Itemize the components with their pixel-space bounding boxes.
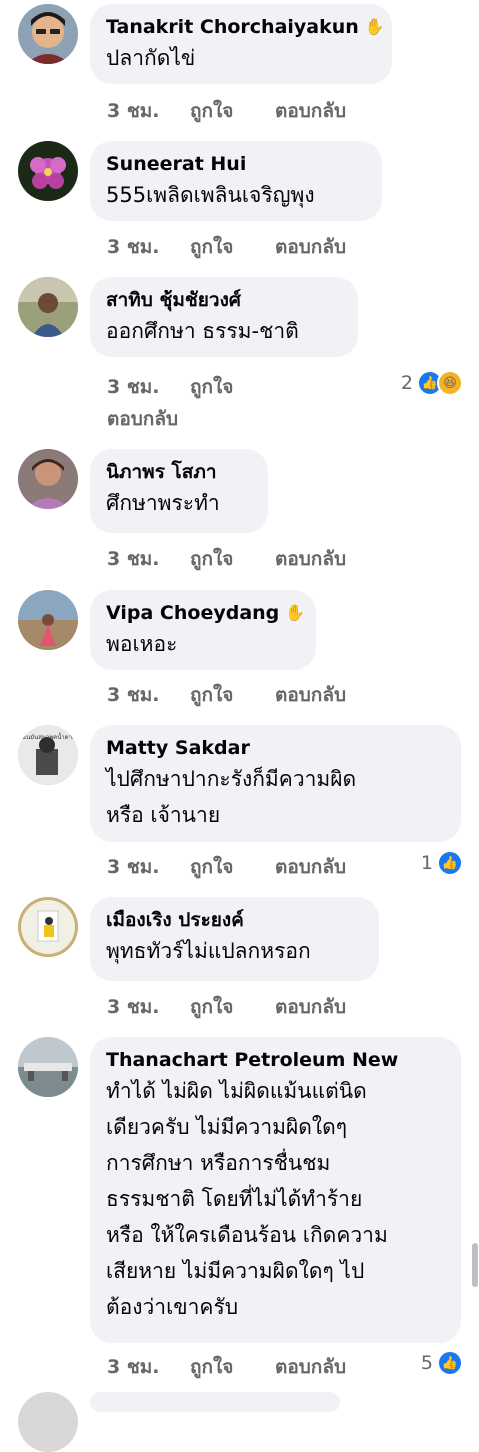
like-button[interactable]: ถูกใจ (190, 232, 275, 262)
comment-text-line: เดียวครับ ไม่มีความผิดใดๆ (106, 1115, 348, 1139)
comment-actions: 3 ชม. ถูกใจ (107, 372, 275, 402)
comment-text: ศึกษาพระทำ (106, 491, 220, 515)
wave-icon: ✋ (285, 603, 306, 622)
comment-author[interactable]: นิภาพร โสภา (106, 459, 252, 485)
comment-actions: 3 ชม. ถูกใจ ตอบกลับ (107, 992, 346, 1022)
comment-bubble: เมืองเริง ประยงค์ พุทธทัวร์ไม่แปลกหรอก (90, 897, 379, 981)
like-button[interactable]: ถูกใจ (190, 852, 275, 882)
avatar[interactable] (18, 449, 78, 509)
comment-text: พุทธทัวร์ไม่แปลกหรอก (106, 939, 311, 963)
like-reaction-icon: 👍 (437, 850, 463, 876)
comment-author[interactable]: Matty Sakdar (106, 735, 445, 761)
comment-text-line: เสียหาย ไม่มีความผิดใดๆ ไป (106, 1259, 365, 1283)
comment-text: พอเหอะ (106, 632, 178, 656)
comment-text: ทำได้ ไม่ผิด ไม่ผิดแม้นแต่นิด เดียวครับ … (106, 1073, 445, 1325)
comment-text-line: ไปศึกษาปากะรังก็มีความผิด (106, 767, 357, 791)
comment-text: 555เพลิดเพลินเจริญพุง (106, 183, 315, 207)
like-button[interactable]: ถูกใจ (190, 992, 275, 1022)
comment-actions: 3 ชม. ถูกใจ ตอบกลับ (107, 544, 346, 574)
avatar[interactable] (18, 897, 78, 957)
reaction-summary[interactable]: 5 👍 (421, 1350, 463, 1376)
comment-time[interactable]: 3 ชม. (107, 232, 190, 262)
comment-author[interactable]: Tanakrit Chorchaiyakun ✋ (106, 14, 385, 40)
avatar[interactable]: ฉันมันสมาพคน้ำตาลดีเคิ่ม (18, 725, 78, 785)
reply-button[interactable]: ตอบกลับ (107, 404, 178, 434)
comment-bubble: Suneerat Hui 555เพลิดเพลินเจริญพุง (90, 141, 382, 221)
comment-text-line: ทำได้ ไม่ผิด ไม่ผิดแม้นแต่นิด (106, 1079, 367, 1103)
reaction-count: 1 (420, 852, 433, 874)
comment-actions: 3 ชม. ถูกใจ ตอบกลับ (107, 852, 346, 882)
comment-text-line: หรือ เจ้านาย (106, 803, 221, 827)
comment-author[interactable]: เมืองเริง ประยงค์ (106, 907, 363, 933)
comment-time[interactable]: 3 ชม. (107, 1352, 190, 1382)
comment-author[interactable]: สาทิบ ชุ้มชัยวงศ์ (106, 287, 342, 313)
comment-bubble: Matty Sakdar ไปศึกษาปากะรังก็มีความผิด ห… (90, 725, 461, 842)
comment-text: ออกศึกษา ธรรม-ชาติ (106, 319, 299, 343)
like-button[interactable]: ถูกใจ (190, 1352, 275, 1382)
comment-text-line: การศึกษา หรือการชื่นชม (106, 1151, 331, 1175)
comment-bubble: สาทิบ ชุ้มชัยวงศ์ ออกศึกษา ธรรม-ชาติ (90, 277, 358, 357)
wave-icon: ✋ (364, 17, 385, 36)
avatar[interactable] (18, 277, 78, 337)
scrollbar[interactable] (472, 1243, 478, 1287)
comment-text: ปลากัดไข่ (106, 46, 196, 70)
comment-actions: 3 ชม. ถูกใจ ตอบกลับ (107, 96, 346, 126)
like-button[interactable]: ถูกใจ (190, 544, 275, 574)
comment-text-line: ต้องว่าเขาครับ (106, 1295, 239, 1319)
like-reaction-icon: 👍 (437, 1350, 463, 1376)
comment-time[interactable]: 3 ชม. (107, 680, 190, 710)
avatar[interactable] (18, 1392, 78, 1452)
comment-bubble: Vipa Choeydang ✋ พอเหอะ (90, 590, 316, 670)
like-button[interactable]: ถูกใจ (190, 372, 275, 402)
reply-button[interactable]: ตอบกลับ (275, 992, 346, 1022)
reaction-count: 2 (400, 372, 413, 394)
comment-actions-wrap: ตอบกลับ (107, 404, 178, 434)
comment-actions: 3 ชม. ถูกใจ ตอบกลับ (107, 680, 346, 710)
reply-button[interactable]: ตอบกลับ (275, 96, 346, 126)
avatar[interactable] (18, 4, 78, 64)
like-button[interactable]: ถูกใจ (190, 680, 275, 710)
reply-button[interactable]: ตอบกลับ (275, 544, 346, 574)
comment-text-line: หรือ ให้ใครเดือนร้อน เกิดความ (106, 1223, 388, 1247)
comment-author[interactable]: Vipa Choeydang ✋ (106, 600, 305, 626)
reply-button[interactable]: ตอบกลับ (275, 1352, 346, 1382)
reply-button[interactable]: ตอบกลับ (275, 680, 346, 710)
avatar[interactable] (18, 590, 78, 650)
like-button[interactable]: ถูกใจ (190, 96, 275, 126)
comment-author[interactable]: Thanachart Petroleum New (106, 1047, 445, 1073)
comment-actions: 3 ชม. ถูกใจ ตอบกลับ (107, 1352, 346, 1382)
comment-bubble: Tanakrit Chorchaiyakun ✋ ปลากัดไข่ (90, 4, 392, 84)
comment-time[interactable]: 3 ชม. (107, 992, 190, 1022)
comment-time[interactable]: 3 ชม. (107, 96, 190, 126)
comment-time[interactable]: 3 ชม. (107, 544, 190, 574)
reaction-count: 5 (420, 1352, 433, 1374)
avatar[interactable] (18, 1037, 78, 1097)
comment-time[interactable]: 3 ชม. (107, 372, 190, 402)
comment-text: ไปศึกษาปากะรังก็มีความผิด หรือ เจ้านาย (106, 761, 445, 833)
comment-author[interactable]: Suneerat Hui (106, 151, 366, 177)
haha-reaction-icon: 😆 (437, 370, 463, 396)
comment-bubble: Thanachart Petroleum New ทำได้ ไม่ผิด ไม… (90, 1037, 461, 1343)
comment-actions: 3 ชม. ถูกใจ ตอบกลับ (107, 232, 346, 262)
avatar[interactable] (18, 141, 78, 201)
comment-bubble: นิภาพร โสภา ศึกษาพระทำ (90, 449, 268, 533)
reaction-summary[interactable]: 2 👍 😆 (401, 370, 463, 396)
comment-bubble (90, 1392, 340, 1412)
reply-button[interactable]: ตอบกลับ (275, 232, 346, 262)
reply-button[interactable]: ตอบกลับ (275, 852, 346, 882)
reaction-summary[interactable]: 1 👍 (421, 850, 463, 876)
comment-text-line: ธรรมชาติ โดยที่ไม่ได้ทำร้าย (106, 1187, 363, 1211)
comment-time[interactable]: 3 ชม. (107, 852, 190, 882)
